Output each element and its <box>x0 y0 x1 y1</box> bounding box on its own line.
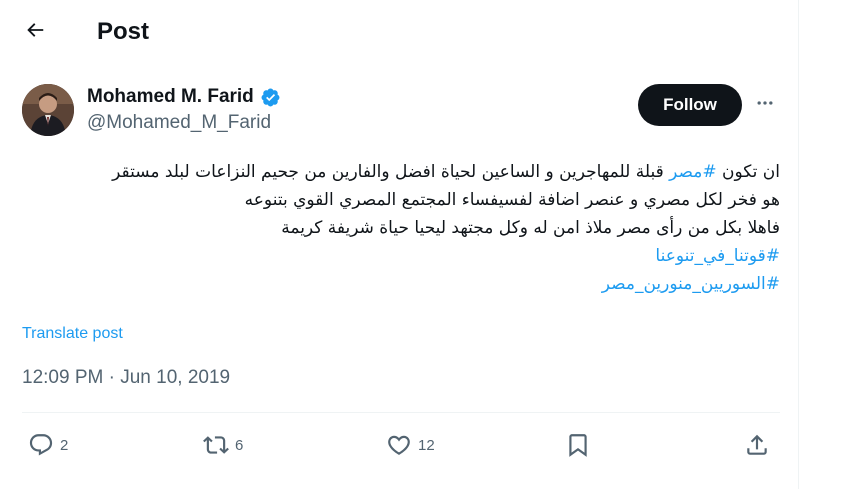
tweet-text-segment: قبلة للمهاجرين و الساعين لحياة افضل والف… <box>112 162 670 182</box>
author-handle[interactable]: @Mohamed_M_Farid <box>87 112 271 134</box>
tweet-text: ان تكون #مصر قبلة للمهاجرين و الساعين لح… <box>22 158 780 298</box>
avatar[interactable] <box>22 84 74 136</box>
author-name[interactable]: Mohamed M. Farid <box>87 86 281 108</box>
bookmark-button[interactable] <box>565 428 591 462</box>
like-button[interactable]: 12 <box>386 428 435 462</box>
repost-button[interactable]: 6 <box>203 428 243 462</box>
post-header: Post <box>0 0 799 64</box>
reply-count: 2 <box>60 436 69 454</box>
heart-icon <box>386 432 412 458</box>
back-button[interactable] <box>17 14 53 50</box>
hashtag-link[interactable]: #قوتنا_في_تنوعنا <box>655 246 780 266</box>
translate-post-link[interactable]: Translate post <box>22 324 123 344</box>
tweet-line: هو فخر لكل مصري و عنصر اضافة لفسيفساء ال… <box>244 190 780 210</box>
tweet-line: ان تكون #مصر قبلة للمهاجرين و الساعين لح… <box>22 158 780 186</box>
repost-count: 6 <box>235 436 244 454</box>
more-horizontal-icon <box>755 93 775 118</box>
bookmark-icon <box>565 432 591 458</box>
reply-icon <box>28 432 54 458</box>
divider <box>22 412 780 413</box>
arrow-left-icon <box>24 19 46 46</box>
hashtag-link[interactable]: #مصر <box>669 162 716 182</box>
hashtag-link[interactable]: #السوريين_منورين_مصر <box>602 274 780 294</box>
tweet-line: #قوتنا_في_تنوعنا <box>22 242 780 270</box>
share-button[interactable] <box>744 428 770 462</box>
post-column: Post Mohamed M. Farid @Mohamed_M_Farid F… <box>0 0 799 489</box>
post-timestamp[interactable]: 12:09 PM · Jun 10, 2019 <box>22 367 230 389</box>
follow-button[interactable]: Follow <box>638 84 742 126</box>
tweet-line: #السوريين_منورين_مصر <box>22 270 780 298</box>
share-icon <box>744 432 770 458</box>
tweet-text-segment: ان تكون <box>716 162 780 182</box>
reply-button[interactable]: 2 <box>28 428 68 462</box>
repost-icon <box>203 432 229 458</box>
page-title: Post <box>97 18 150 45</box>
tweet-line: فاهلا بكل من رأى مصر ملاذ امن له وكل مجت… <box>281 218 780 238</box>
more-options-button[interactable] <box>750 90 780 120</box>
author-name-text: Mohamed M. Farid <box>87 86 254 107</box>
like-count: 12 <box>418 436 435 454</box>
verified-badge-icon <box>260 87 281 108</box>
